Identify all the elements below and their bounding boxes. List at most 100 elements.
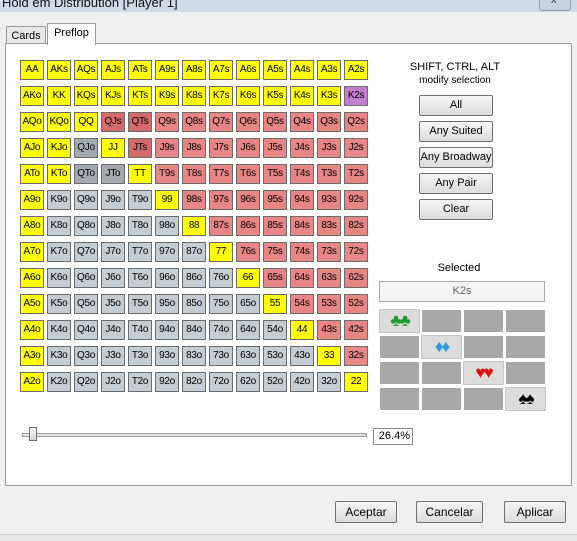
suit-cell-spades[interactable]: ♠♠ bbox=[505, 387, 546, 411]
hand-cell-k6o[interactable]: K6o bbox=[47, 268, 71, 288]
hand-cell-kto[interactable]: KTo bbox=[47, 164, 71, 184]
hand-cell-a8s[interactable]: A8s bbox=[182, 60, 206, 80]
suit-combo-cell[interactable] bbox=[421, 309, 462, 333]
hand-cell-64o[interactable]: 64o bbox=[236, 320, 260, 340]
hand-cell-22[interactable]: 22 bbox=[344, 372, 368, 392]
hand-cell-54s[interactable]: 54s bbox=[290, 294, 314, 314]
hand-cell-aa[interactable]: AA bbox=[20, 60, 44, 80]
hand-cell-ats[interactable]: ATs bbox=[128, 60, 152, 80]
hand-cell-t7s[interactable]: T7s bbox=[209, 164, 233, 184]
hand-cell-86s[interactable]: 86s bbox=[236, 216, 260, 236]
hand-cell-k3s[interactable]: K3s bbox=[317, 86, 341, 106]
hand-cell-93s[interactable]: 93s bbox=[317, 190, 341, 210]
hand-cell-82o[interactable]: 82o bbox=[182, 372, 206, 392]
suit-cell-clubs[interactable]: ♣♣ bbox=[379, 309, 420, 333]
close-button[interactable]: x bbox=[539, 0, 571, 11]
hand-cell-qjs[interactable]: QJs bbox=[101, 112, 125, 132]
hand-cell-t6o[interactable]: T6o bbox=[128, 268, 152, 288]
hand-cell-75s[interactable]: 75s bbox=[263, 242, 287, 262]
hand-cell-j6o[interactable]: J6o bbox=[101, 268, 125, 288]
hand-cell-94s[interactable]: 94s bbox=[290, 190, 314, 210]
hand-cell-kjs[interactable]: KJs bbox=[101, 86, 125, 106]
suit-combo-cell[interactable] bbox=[463, 387, 504, 411]
apply-button[interactable]: Aplicar bbox=[504, 501, 566, 523]
hand-cell-94o[interactable]: 94o bbox=[155, 320, 179, 340]
hand-cell-kts[interactable]: KTs bbox=[128, 86, 152, 106]
hand-cell-q9o[interactable]: Q9o bbox=[74, 190, 98, 210]
hand-cell-97s[interactable]: 97s bbox=[209, 190, 233, 210]
hand-cell-aqo[interactable]: AQo bbox=[20, 112, 44, 132]
hand-cell-54o[interactable]: 54o bbox=[263, 320, 287, 340]
hand-cell-98o[interactable]: 98o bbox=[155, 216, 179, 236]
hand-cell-tt[interactable]: TT bbox=[128, 164, 152, 184]
hand-cell-jj[interactable]: JJ bbox=[101, 138, 125, 158]
hand-cell-63s[interactable]: 63s bbox=[317, 268, 341, 288]
range-slider-thumb[interactable] bbox=[29, 427, 37, 441]
hand-cell-97o[interactable]: 97o bbox=[155, 242, 179, 262]
hand-cell-jto[interactable]: JTo bbox=[101, 164, 125, 184]
hand-cell-kk[interactable]: KK bbox=[47, 86, 71, 106]
hand-cell-32s[interactable]: 32s bbox=[344, 346, 368, 366]
hand-cell-95s[interactable]: 95s bbox=[263, 190, 287, 210]
hand-cell-a3s[interactable]: A3s bbox=[317, 60, 341, 80]
hand-cell-t2o[interactable]: T2o bbox=[128, 372, 152, 392]
hand-cell-t7o[interactable]: T7o bbox=[128, 242, 152, 262]
hand-cell-ako[interactable]: AKo bbox=[20, 86, 44, 106]
suit-cell-hearts[interactable]: ♥♥ bbox=[463, 361, 504, 385]
any-broadway-button[interactable]: Any Broadway bbox=[419, 147, 493, 168]
hand-cell-93o[interactable]: 93o bbox=[155, 346, 179, 366]
hand-cell-52o[interactable]: 52o bbox=[263, 372, 287, 392]
hand-cell-k3o[interactable]: K3o bbox=[47, 346, 71, 366]
hand-cell-k7s[interactable]: K7s bbox=[209, 86, 233, 106]
hand-cell-kjo[interactable]: KJo bbox=[47, 138, 71, 158]
hand-cell-q8o[interactable]: Q8o bbox=[74, 216, 98, 236]
suit-combo-cell[interactable] bbox=[421, 387, 462, 411]
hand-cell-a2o[interactable]: A2o bbox=[20, 372, 44, 392]
hand-cell-q4s[interactable]: Q4s bbox=[290, 112, 314, 132]
hand-cell-j5o[interactable]: J5o bbox=[101, 294, 125, 314]
hand-cell-83s[interactable]: 83s bbox=[317, 216, 341, 236]
hand-cell-65s[interactable]: 65s bbox=[263, 268, 287, 288]
hand-cell-a8o[interactable]: A8o bbox=[20, 216, 44, 236]
hand-cell-j3s[interactable]: J3s bbox=[317, 138, 341, 158]
hand-cell-k5s[interactable]: K5s bbox=[263, 86, 287, 106]
suit-combo-cell[interactable] bbox=[463, 335, 504, 359]
hand-cell-t4s[interactable]: T4s bbox=[290, 164, 314, 184]
hand-cell-q3s[interactable]: Q3s bbox=[317, 112, 341, 132]
hand-cell-73s[interactable]: 73s bbox=[317, 242, 341, 262]
hand-cell-92s[interactable]: 92s bbox=[344, 190, 368, 210]
hand-cell-42o[interactable]: 42o bbox=[290, 372, 314, 392]
hand-cell-86o[interactable]: 86o bbox=[182, 268, 206, 288]
hand-cell-t9s[interactable]: T9s bbox=[155, 164, 179, 184]
suit-combo-cell[interactable] bbox=[463, 309, 504, 333]
hand-cell-55[interactable]: 55 bbox=[263, 294, 287, 314]
cancel-button[interactable]: Cancelar bbox=[416, 501, 483, 523]
hand-cell-j7o[interactable]: J7o bbox=[101, 242, 125, 262]
hand-cell-q5o[interactable]: Q5o bbox=[74, 294, 98, 314]
suit-combo-cell[interactable] bbox=[505, 361, 546, 385]
range-slider-track[interactable] bbox=[22, 433, 367, 437]
hand-cell-q7o[interactable]: Q7o bbox=[74, 242, 98, 262]
hand-cell-t2s[interactable]: T2s bbox=[344, 164, 368, 184]
hand-cell-85o[interactable]: 85o bbox=[182, 294, 206, 314]
hand-cell-77[interactable]: 77 bbox=[209, 242, 233, 262]
hand-cell-87s[interactable]: 87s bbox=[209, 216, 233, 236]
hand-cell-a6o[interactable]: A6o bbox=[20, 268, 44, 288]
hand-cell-qq[interactable]: QQ bbox=[74, 112, 98, 132]
hand-cell-62s[interactable]: 62s bbox=[344, 268, 368, 288]
suit-combo-cell[interactable] bbox=[505, 335, 546, 359]
hand-cell-k6s[interactable]: K6s bbox=[236, 86, 260, 106]
hand-cell-q9s[interactable]: Q9s bbox=[155, 112, 179, 132]
hand-cell-84o[interactable]: 84o bbox=[182, 320, 206, 340]
hand-cell-74s[interactable]: 74s bbox=[290, 242, 314, 262]
hand-cell-75o[interactable]: 75o bbox=[209, 294, 233, 314]
suit-combo-cell[interactable] bbox=[379, 387, 420, 411]
hand-cell-43s[interactable]: 43s bbox=[317, 320, 341, 340]
hand-cell-j8o[interactable]: J8o bbox=[101, 216, 125, 236]
hand-cell-j4o[interactable]: J4o bbox=[101, 320, 125, 340]
hand-cell-q6s[interactable]: Q6s bbox=[236, 112, 260, 132]
hand-cell-43o[interactable]: 43o bbox=[290, 346, 314, 366]
hand-cell-a2s[interactable]: A2s bbox=[344, 60, 368, 80]
hand-cell-j4s[interactable]: J4s bbox=[290, 138, 314, 158]
hand-cell-76o[interactable]: 76o bbox=[209, 268, 233, 288]
